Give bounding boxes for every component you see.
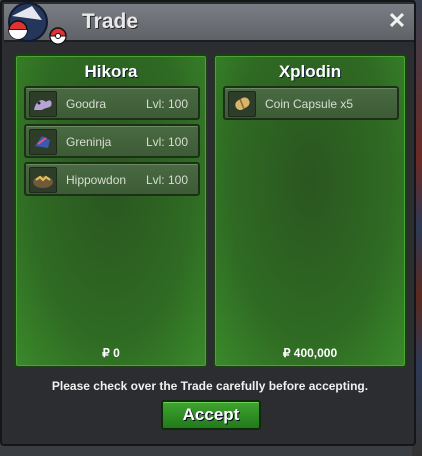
right-trader-name: Xplodin (278, 62, 342, 81)
window-title: Trade (82, 10, 139, 33)
item-name: Goodra (66, 97, 107, 111)
goodra-icon (29, 91, 57, 117)
trade-logo-icon (8, 2, 67, 45)
item-level: Lvl: 100 (145, 173, 188, 187)
offer-item-coin-capsule[interactable]: Coin Capsule x5 (223, 86, 399, 120)
coin-capsule-icon (228, 91, 256, 117)
item-name: Coin Capsule x5 (265, 97, 354, 111)
item-level: Lvl: 100 (145, 135, 188, 149)
greninja-icon (29, 129, 57, 155)
item-name: Greninja (66, 135, 112, 149)
right-money: ₽ 400,000 (282, 346, 338, 360)
left-offer-panel: Hikora Goodra Lvl: 100 Greninja Lvl: 100… (14, 54, 208, 368)
hippowdon-icon (29, 167, 57, 193)
left-trader-name: Hikora (84, 62, 138, 81)
accept-button[interactable]: Accept (161, 400, 261, 430)
close-icon[interactable]: ✕ (386, 10, 408, 32)
item-name: Hippowdon (66, 173, 127, 187)
trade-notice: Please check over the Trade carefully be… (51, 379, 369, 393)
offer-item-greninja[interactable]: Greninja Lvl: 100 (24, 124, 200, 158)
item-level: Lvl: 100 (145, 97, 188, 111)
right-offer-panel: Xplodin Coin Capsule x5 ₽ 400,000 (213, 54, 407, 368)
trade-window: Trade ✕ Hikora Goodra Lvl: 100 Greninja … (0, 0, 416, 446)
offer-item-goodra[interactable]: Goodra Lvl: 100 (24, 86, 200, 120)
left-money: ₽ 0 (102, 346, 120, 360)
offer-item-hippowdon[interactable]: Hippowdon Lvl: 100 (24, 162, 200, 196)
